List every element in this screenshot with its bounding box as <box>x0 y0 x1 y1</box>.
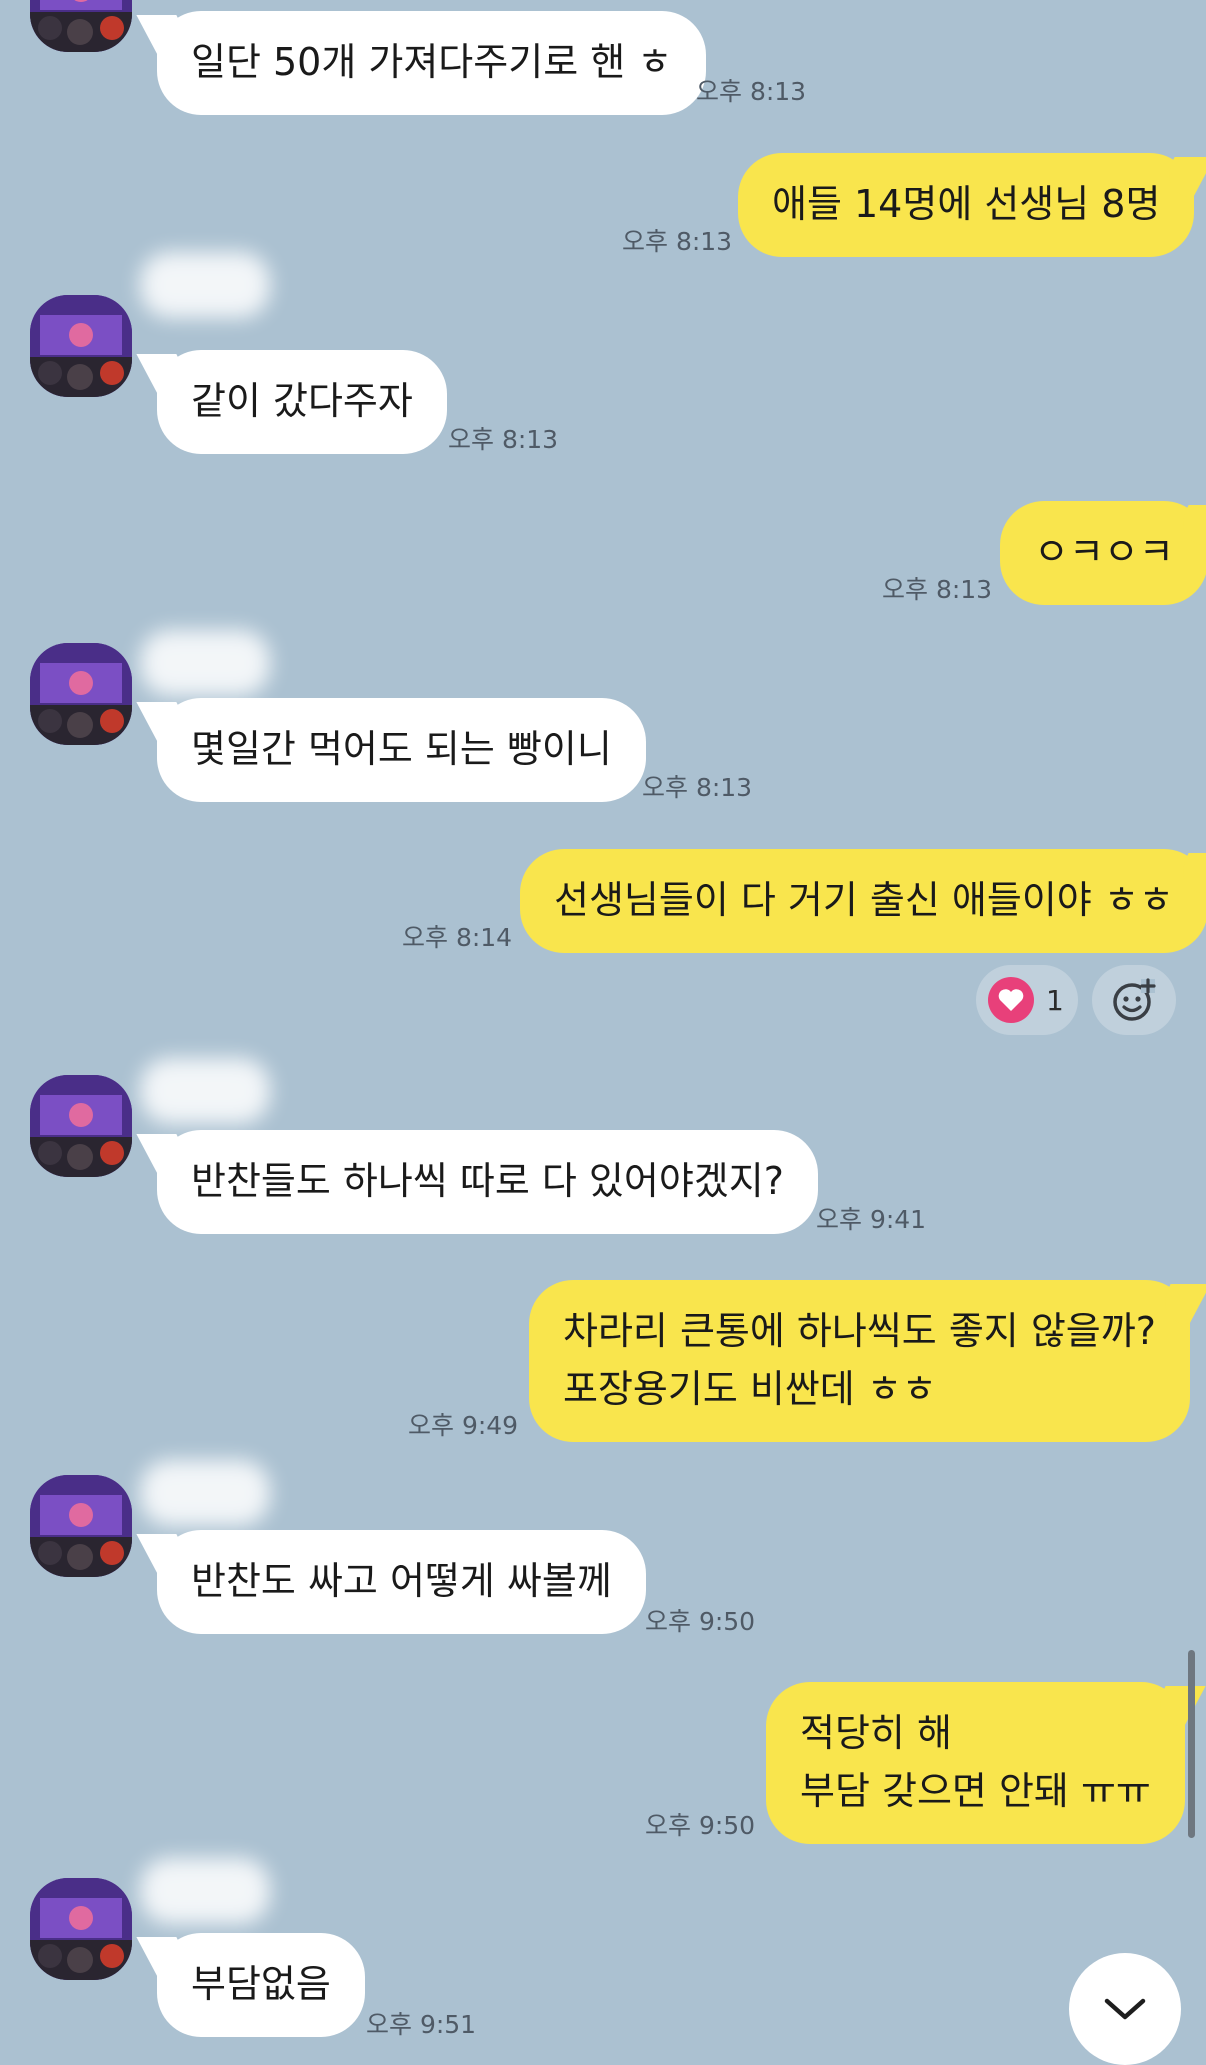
message-bubble[interactable]: 차라리 큰통에 하나씩도 좋지 않을까? 포장용기도 비싼데 ㅎㅎ <box>529 1280 1190 1442</box>
message-bubble[interactable]: 반찬들도 하나씩 따로 다 있어야겠지? <box>157 1130 818 1234</box>
message-text: 반찬도 싸고 어떻게 싸볼께 <box>191 1559 612 1603</box>
message-bubble[interactable]: 적당히 해 부담 갖으면 안돼 ㅠㅠ <box>766 1682 1185 1844</box>
message-bubble[interactable]: 일단 50개 가져다주기로 핸 ㅎ <box>157 11 707 115</box>
sender-name-blurred <box>140 1460 270 1526</box>
message-text: 애들 14명에 선생님 8명 <box>772 182 1161 226</box>
scrollbar[interactable] <box>1188 1650 1195 1838</box>
message-time: 오후 8:13 <box>642 773 753 802</box>
message-time: 오후 9:51 <box>366 2010 477 2039</box>
avatar[interactable] <box>30 1878 132 1980</box>
message-bubble[interactable]: 선생님들이 다 거기 출신 애들이야 ㅎㅎ <box>520 849 1206 953</box>
message-text: 선생님들이 다 거기 출신 애들이야 ㅎㅎ <box>554 878 1174 922</box>
message-text: 부담없음 <box>191 1962 331 2006</box>
message-text: ㅇㅋㅇㅋ <box>1034 530 1174 574</box>
avatar[interactable] <box>30 643 132 745</box>
message-text-line: 차라리 큰통에 하나씩도 좋지 않을까? <box>563 1309 1156 1353</box>
scroll-to-bottom-button[interactable] <box>1069 1953 1181 2065</box>
message-time: 오후 8:14 <box>402 923 513 952</box>
message-text: 몇일간 먹어도 되는 빵이니 <box>191 727 612 771</box>
smiley-plus-icon <box>1111 977 1157 1023</box>
heart-icon <box>988 977 1034 1023</box>
message-text-line: 적당히 해 <box>800 1711 952 1755</box>
sender-name-blurred <box>140 1058 270 1124</box>
sender-name-blurred <box>140 630 270 696</box>
message-text-line: 부담 갖으면 안돼 ㅠㅠ <box>800 1769 1151 1813</box>
message-time: 오후 9:50 <box>645 1607 756 1636</box>
message-time: 오후 9:50 <box>645 1811 756 1840</box>
message-bubble[interactable]: 부담없음 <box>157 1933 365 2037</box>
message-time: 오후 8:13 <box>448 425 559 454</box>
message-text: 일단 50개 가져다주기로 핸 ㅎ <box>191 40 673 84</box>
message-time: 오후 8:13 <box>622 227 733 256</box>
message-text: 같이 갔다주자 <box>191 379 413 423</box>
avatar[interactable] <box>30 0 132 52</box>
avatar[interactable] <box>30 1075 132 1177</box>
message-bubble[interactable]: 반찬도 싸고 어떻게 싸볼께 <box>157 1530 646 1634</box>
message-bubble[interactable]: 같이 갔다주자 <box>157 350 447 454</box>
chevron-down-icon <box>1099 1983 1151 2035</box>
message-text: 반찬들도 하나씩 따로 다 있어야겠지? <box>191 1159 784 1203</box>
reaction-count: 1 <box>1046 983 1064 1017</box>
message-time: 오후 9:41 <box>816 1205 927 1234</box>
sender-name-blurred <box>140 252 270 318</box>
add-reaction-button[interactable] <box>1092 965 1176 1035</box>
reaction-badge[interactable]: 1 <box>976 965 1078 1035</box>
message-bubble[interactable]: 애들 14명에 선생님 8명 <box>738 153 1195 257</box>
message-bubble[interactable]: 몇일간 먹어도 되는 빵이니 <box>157 698 646 802</box>
avatar[interactable] <box>30 1475 132 1577</box>
sender-name-blurred <box>140 1858 270 1924</box>
message-time: 오후 9:49 <box>408 1411 519 1440</box>
avatar[interactable] <box>30 295 132 397</box>
message-time: 오후 8:13 <box>696 77 807 106</box>
chat-room: 일단 50개 가져다주기로 핸 ㅎ 오후 8:13 애들 14명에 선생님 8명… <box>0 0 1206 2065</box>
message-bubble[interactable]: ㅇㅋㅇㅋ <box>1000 501 1206 605</box>
message-time: 오후 8:13 <box>882 575 993 604</box>
message-text-line: 포장용기도 비싼데 ㅎㅎ <box>563 1367 937 1411</box>
